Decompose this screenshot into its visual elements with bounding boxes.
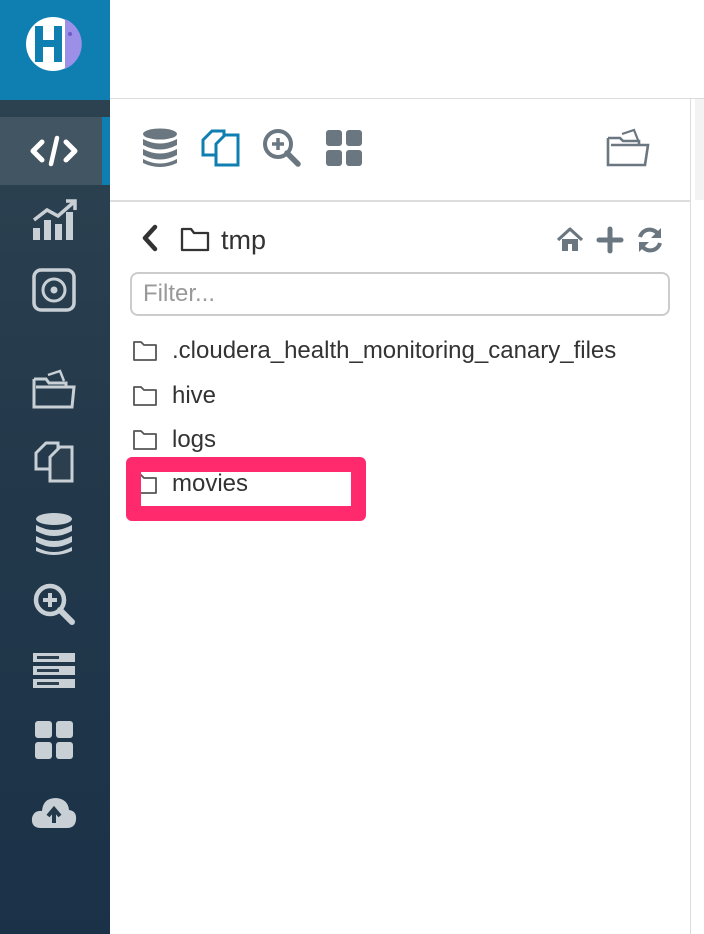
server-icon: [33, 653, 75, 688]
file-list-item[interactable]: hive: [132, 376, 672, 416]
rail-item-scheduler[interactable]: [27, 265, 81, 315]
hue-logo-icon: [26, 17, 82, 71]
folder-icon: [180, 227, 210, 252]
rail-item-dashboard[interactable]: [27, 195, 81, 245]
rail-item-tables[interactable]: [27, 509, 81, 559]
toolbar-sql-button[interactable]: [136, 123, 184, 173]
grid-icon: [35, 721, 73, 759]
open-file-browser-button[interactable]: [604, 123, 652, 173]
code-icon: [27, 126, 81, 176]
file-name: logs: [172, 426, 217, 453]
rail-item-files[interactable]: [27, 365, 81, 415]
chart-icon: [32, 199, 77, 240]
chevron-left-icon[interactable]: [136, 223, 166, 253]
plus-icon[interactable]: [595, 225, 625, 255]
file-name: .cloudera_health_monitoring_canary_files: [172, 337, 617, 364]
toolbar-jobs-button[interactable]: [258, 123, 306, 173]
rail-item-editor-active[interactable]: [0, 117, 110, 185]
refresh-icon[interactable]: [635, 225, 665, 255]
rail-item-jobs[interactable]: [27, 579, 81, 629]
file-list-item[interactable]: .cloudera_health_monitoring_canary_files: [132, 331, 672, 371]
rail-item-documents[interactable]: [27, 437, 81, 487]
database-icon: [36, 513, 72, 555]
folder-icon: [133, 341, 157, 361]
toolbar-apps-button[interactable]: [320, 123, 368, 173]
cloud-upload-icon: [31, 798, 77, 828]
grid-icon: [326, 130, 362, 166]
filter-input[interactable]: [130, 272, 670, 316]
file-name: hive: [172, 382, 217, 409]
target-icon: [32, 268, 76, 312]
active-indicator: [102, 117, 110, 185]
folder-icon: [133, 386, 157, 406]
assist-toolbar: [110, 99, 690, 202]
current-path-label: tmp: [221, 225, 267, 255]
documents-icon: [201, 129, 240, 167]
file-list-item[interactable]: logs: [132, 420, 672, 460]
toolbar-files-button[interactable]: [197, 123, 245, 173]
path-breadcrumb: tmp: [110, 217, 690, 261]
search-plus-icon: [263, 129, 301, 167]
file-list-item[interactable]: movies: [132, 464, 672, 504]
file-name: movies: [172, 470, 249, 497]
folder-open-icon: [32, 369, 76, 409]
search-plus-icon: [33, 583, 75, 625]
right-panel-edge: [691, 99, 704, 934]
home-icon[interactable]: [555, 225, 585, 255]
documents-icon: [34, 441, 74, 483]
folder-open-icon: [606, 128, 650, 167]
right-panel-tab: [695, 99, 704, 200]
database-icon: [143, 128, 177, 167]
top-header: [110, 0, 704, 99]
folder-icon: [133, 430, 157, 450]
folder-icon: [133, 474, 157, 494]
left-navigation-rail: [0, 0, 110, 934]
assist-panel: tmp .cloudera_health_monitoring_canary_f…: [110, 99, 690, 934]
app-logo[interactable]: [0, 0, 110, 100]
rail-item-apps[interactable]: [27, 715, 81, 765]
rail-item-importer[interactable]: [27, 787, 81, 837]
rail-item-hbase[interactable]: [27, 645, 81, 695]
